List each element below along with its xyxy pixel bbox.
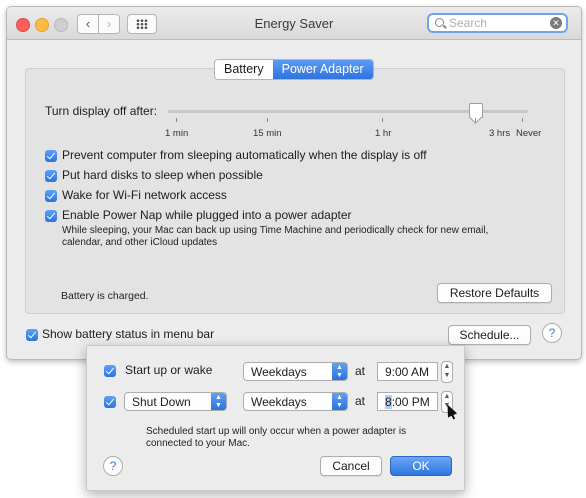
show-battery-status-checkbox[interactable] bbox=[26, 329, 38, 341]
search-placeholder: Search bbox=[449, 16, 488, 30]
power-nap-note-line1: While sleeping, your Mac can back up usi… bbox=[62, 225, 489, 236]
startup-wake-label: Start up or wake bbox=[125, 363, 213, 377]
shutdown-days-value: Weekdays bbox=[251, 395, 307, 409]
prevent-sleep-label: Prevent computer from sleeping automatic… bbox=[62, 148, 427, 162]
ok-button[interactable]: OK bbox=[390, 456, 452, 476]
battery-status-text: Battery is charged. bbox=[61, 290, 149, 302]
tick-label-never: Never bbox=[516, 128, 542, 139]
slider-tick bbox=[522, 118, 523, 122]
help-button[interactable]: ? bbox=[542, 323, 562, 343]
show-battery-status-label: Show battery status in menu bar bbox=[42, 327, 215, 341]
cancel-button[interactable]: Cancel bbox=[320, 456, 382, 476]
shutdown-action-popup[interactable]: Shut Down ▲ ▼ bbox=[124, 392, 227, 411]
tab-battery[interactable]: Battery bbox=[215, 60, 273, 79]
slider-tick bbox=[382, 118, 383, 122]
search-field[interactable]: Search ✕ bbox=[427, 13, 568, 33]
slider-tick bbox=[475, 118, 476, 122]
wake-wifi-label: Wake for Wi-Fi network access bbox=[62, 188, 227, 202]
shutdown-time-rest: :00 PM bbox=[391, 395, 430, 409]
clear-search-icon[interactable]: ✕ bbox=[550, 17, 562, 29]
schedule-note-line2: connected to your Mac. bbox=[146, 438, 250, 449]
startup-at-label: at bbox=[355, 364, 366, 378]
schedule-sheet: Start up or wake Weekdays ▲ ▼ at 9:00 AM … bbox=[86, 345, 465, 491]
tick-label-15-min: 15 min bbox=[253, 128, 282, 139]
startup-wake-checkbox[interactable] bbox=[104, 365, 116, 377]
disk-sleep-checkbox[interactable] bbox=[45, 170, 57, 182]
startup-time-stepper[interactable]: ▲ ▼ bbox=[441, 361, 453, 383]
startup-time-value: 9:00 AM bbox=[385, 365, 430, 379]
popup-arrows-icon: ▲ ▼ bbox=[332, 393, 347, 410]
shutdown-checkbox[interactable] bbox=[104, 396, 116, 408]
energy-saver-window: ‹ › Energy Saver Search ✕ Battery Power … bbox=[6, 6, 582, 360]
schedule-note-line1: Scheduled start up will only occur when … bbox=[146, 426, 407, 437]
startup-days-popup[interactable]: Weekdays ▲ ▼ bbox=[243, 362, 348, 381]
display-off-slider-thumb[interactable] bbox=[469, 103, 483, 118]
power-nap-note-line2: calendar, and other iCloud updates bbox=[62, 237, 218, 248]
title-bar: ‹ › Energy Saver Search ✕ bbox=[7, 7, 581, 40]
slider-ticks bbox=[168, 118, 528, 124]
tab-power-adapter[interactable]: Power Adapter bbox=[272, 60, 373, 79]
shutdown-action-value: Shut Down bbox=[132, 395, 191, 409]
wake-wifi-checkbox[interactable] bbox=[45, 190, 57, 202]
restore-defaults-button[interactable]: Restore Defaults bbox=[437, 283, 552, 303]
power-nap-checkbox[interactable] bbox=[45, 210, 57, 222]
display-off-label: Turn display off after: bbox=[45, 104, 158, 118]
slider-tick bbox=[267, 118, 268, 122]
tick-label-3-hrs: 3 hrs bbox=[489, 128, 511, 139]
disk-sleep-label: Put hard disks to sleep when possible bbox=[62, 168, 263, 182]
schedule-button[interactable]: Schedule... bbox=[448, 325, 531, 345]
power-nap-label: Enable Power Nap while plugged into a po… bbox=[62, 208, 352, 222]
schedule-help-button[interactable]: ? bbox=[103, 456, 123, 476]
power-source-tabs: Battery Power Adapter bbox=[214, 59, 374, 80]
popup-arrows-icon: ▲ ▼ bbox=[332, 363, 347, 380]
prevent-sleep-checkbox[interactable] bbox=[45, 150, 57, 162]
startup-time-field[interactable]: 9:00 AM bbox=[377, 362, 438, 381]
slider-tick bbox=[176, 118, 177, 122]
shutdown-at-label: at bbox=[355, 394, 366, 408]
tick-label-1-min: 1 min bbox=[165, 128, 189, 139]
shutdown-time-hour[interactable]: 8 bbox=[385, 395, 392, 409]
shutdown-time-field[interactable]: 8:00 PM bbox=[377, 392, 438, 411]
shutdown-days-popup[interactable]: Weekdays ▲ ▼ bbox=[243, 392, 348, 411]
startup-days-value: Weekdays bbox=[251, 365, 307, 379]
popup-arrows-icon: ▲ ▼ bbox=[211, 393, 226, 410]
search-icon bbox=[435, 18, 444, 27]
tick-label-1-hr: 1 hr bbox=[375, 128, 392, 139]
